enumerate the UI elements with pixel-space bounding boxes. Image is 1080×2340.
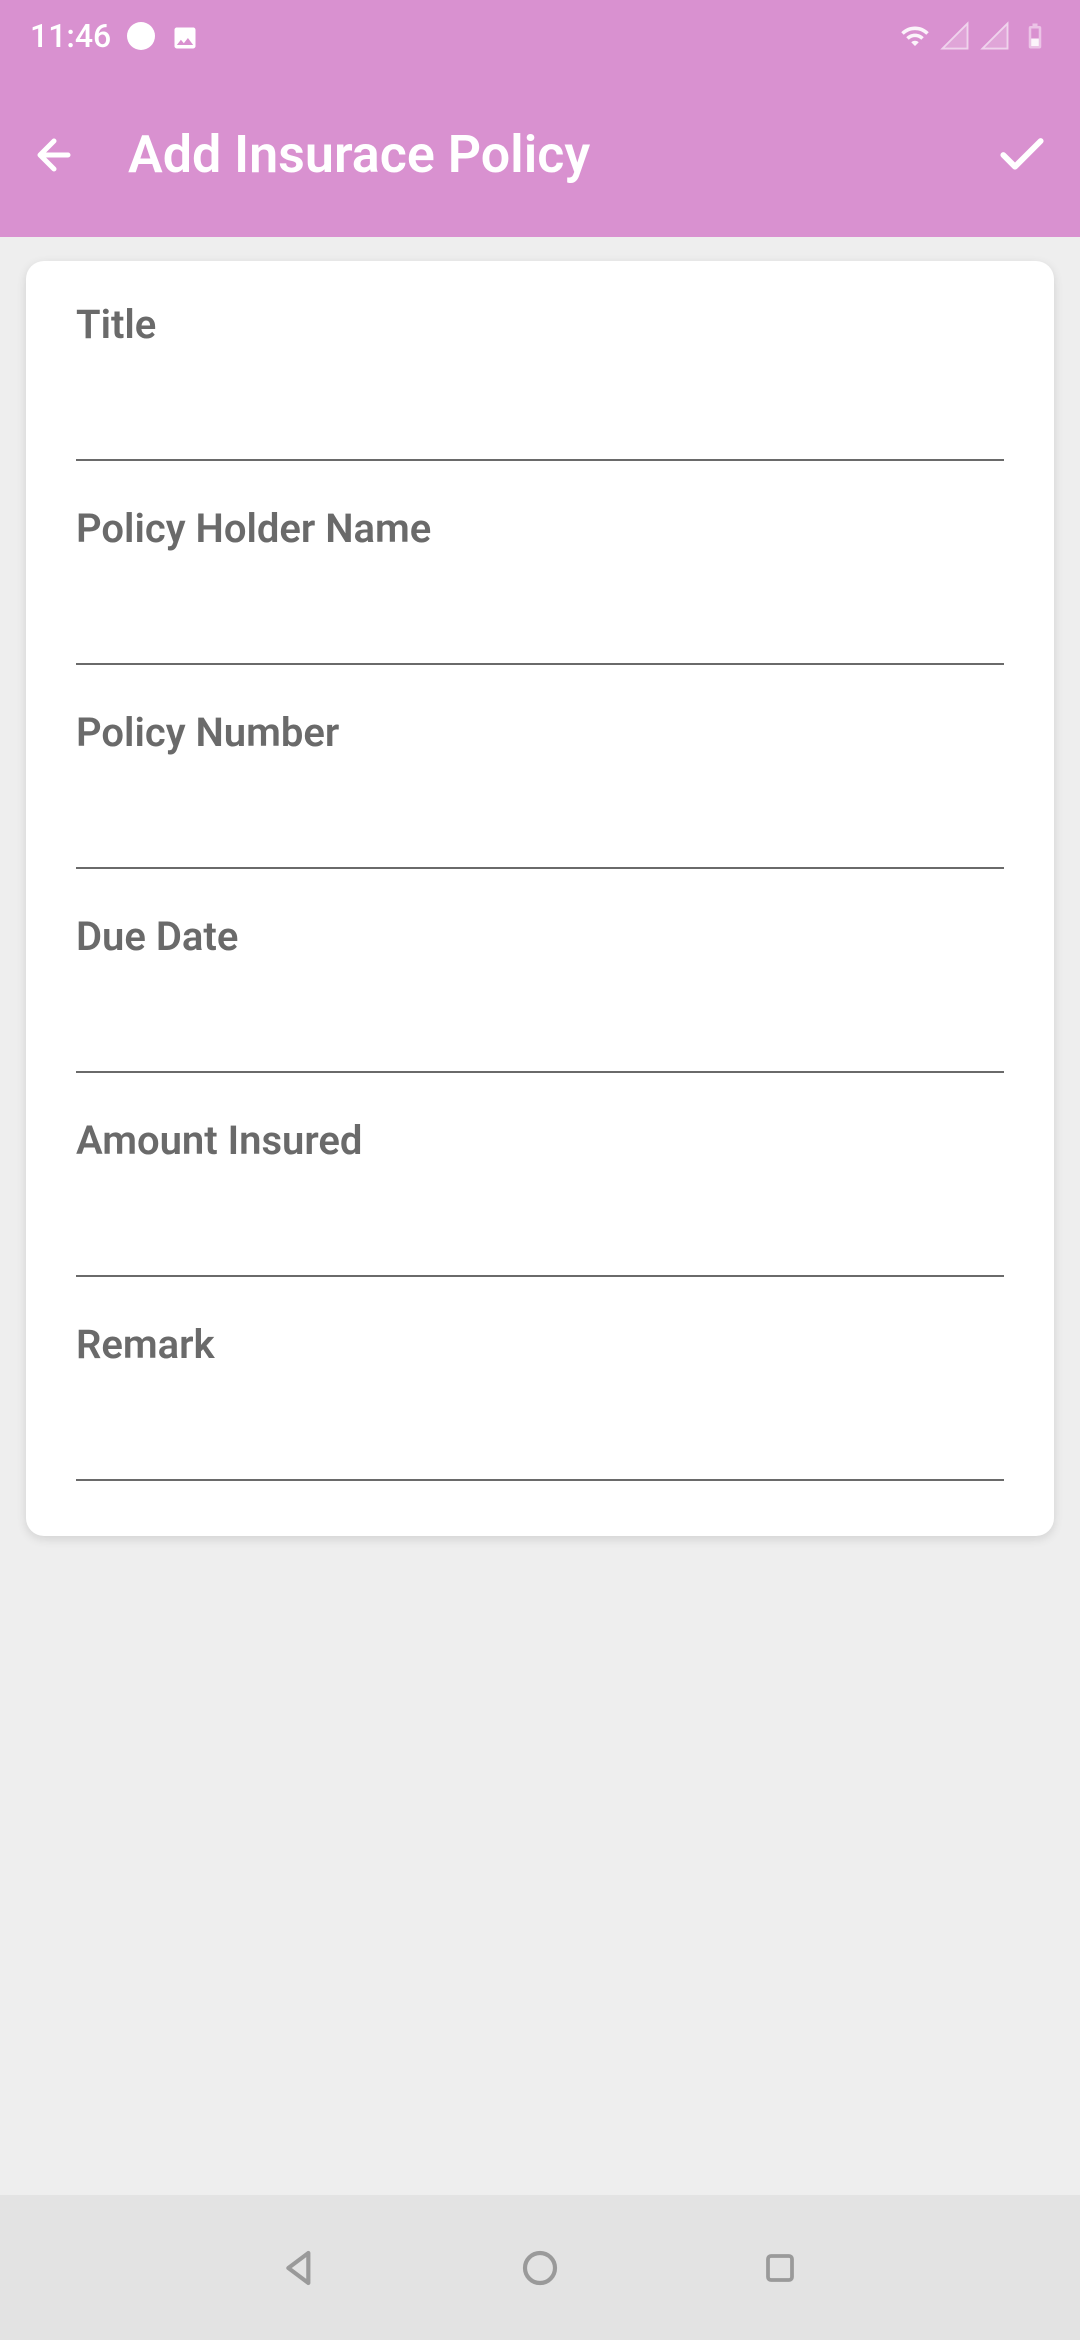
back-button[interactable]	[30, 131, 78, 179]
input-remark[interactable]	[76, 1416, 1004, 1481]
sim-icon-2	[980, 21, 1010, 51]
label-title: Title	[76, 301, 1004, 348]
status-time: 11:46	[30, 17, 111, 55]
label-remark: Remark	[76, 1321, 1004, 1368]
form-group-amount-insured: Amount Insured	[76, 1117, 1004, 1277]
nav-recent-button[interactable]	[756, 2244, 804, 2292]
battery-icon	[1020, 21, 1050, 51]
save-button[interactable]	[994, 127, 1050, 183]
status-dot-icon	[127, 22, 155, 50]
input-policy-holder[interactable]	[76, 600, 1004, 665]
page-title: Add Insurace Policy	[128, 124, 954, 185]
app-bar: Add Insurace Policy	[0, 72, 1080, 237]
form-group-policy-holder: Policy Holder Name	[76, 505, 1004, 665]
form-card: Title Policy Holder Name Policy Number D…	[26, 261, 1054, 1536]
image-icon	[171, 22, 199, 50]
input-policy-number[interactable]	[76, 804, 1004, 869]
label-policy-number: Policy Number	[76, 709, 1004, 756]
form-group-policy-number: Policy Number	[76, 709, 1004, 869]
form-group-remark: Remark	[76, 1321, 1004, 1481]
label-due-date: Due Date	[76, 913, 1004, 960]
label-amount-insured: Amount Insured	[76, 1117, 1004, 1164]
label-policy-holder: Policy Holder Name	[76, 505, 1004, 552]
wifi-icon	[900, 21, 930, 51]
input-title[interactable]	[76, 396, 1004, 461]
input-due-date[interactable]	[76, 1008, 1004, 1073]
form-group-title: Title	[76, 301, 1004, 461]
status-right	[900, 21, 1050, 51]
form-group-due-date: Due Date	[76, 913, 1004, 1073]
system-nav-bar	[0, 2195, 1080, 2340]
input-amount-insured[interactable]	[76, 1212, 1004, 1277]
nav-back-button[interactable]	[276, 2244, 324, 2292]
status-bar: 11:46	[0, 0, 1080, 72]
nav-home-button[interactable]	[516, 2244, 564, 2292]
status-left: 11:46	[30, 17, 199, 55]
sim-icon-1	[940, 21, 970, 51]
